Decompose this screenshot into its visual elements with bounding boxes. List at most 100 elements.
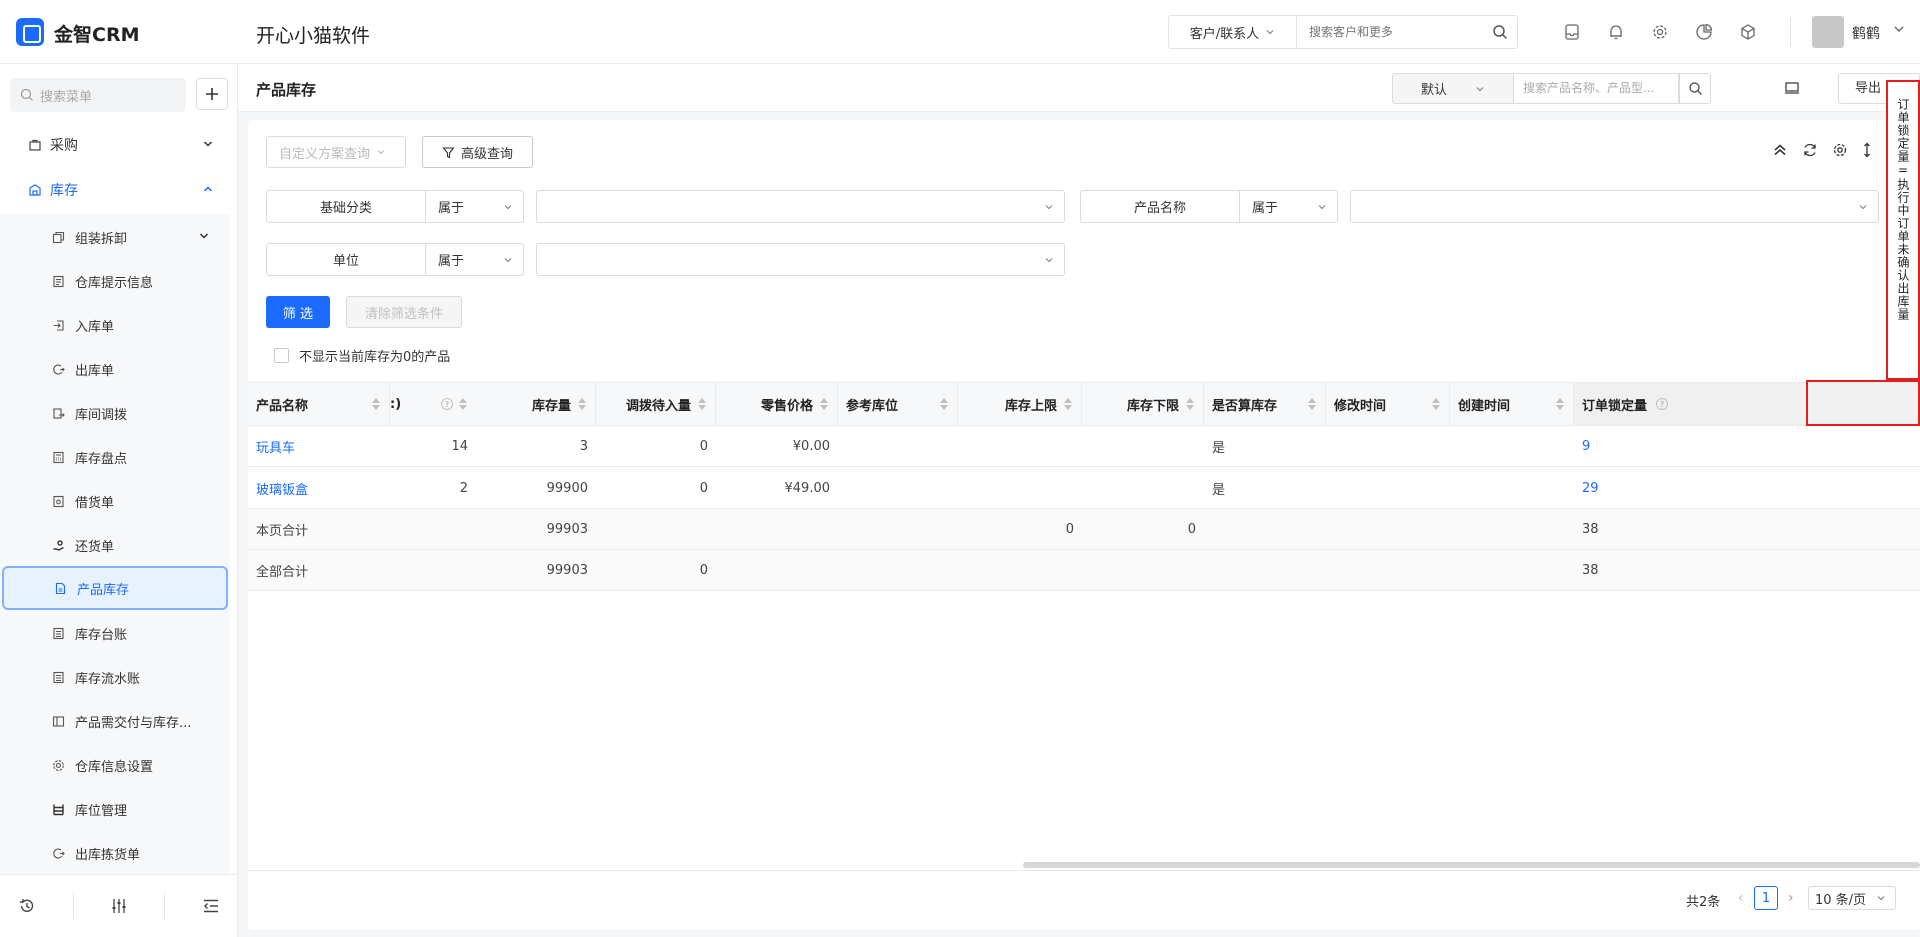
sidebar-item-demand[interactable]: 产品需交付与库存... — [0, 699, 230, 743]
monitor-icon[interactable] — [1784, 80, 1800, 96]
menu-search-input[interactable]: 搜索菜单 — [10, 78, 186, 112]
product-name-link[interactable]: 玩具车 — [248, 426, 390, 466]
search-icon[interactable] — [1679, 73, 1711, 104]
add-button[interactable] — [196, 78, 228, 110]
copy-icon — [52, 231, 65, 243]
bell-icon[interactable] — [1604, 20, 1628, 44]
column-header-location[interactable]: 参考库位 — [838, 383, 958, 425]
chevron-down-icon — [1045, 205, 1053, 210]
brand-name[interactable]: 金智CRM — [54, 20, 139, 47]
help-icon[interactable]: ? — [1655, 397, 1669, 411]
page-size-select[interactable]: 10 条/页 — [1808, 886, 1896, 910]
help-icon[interactable]: ? — [440, 397, 454, 411]
svg-text:?: ? — [445, 400, 450, 409]
nav-group-purchase[interactable]: 采购 — [0, 125, 238, 165]
chevron-right-icon[interactable]: › — [1788, 890, 1794, 906]
filter-submit-button[interactable]: 筛 选 — [266, 296, 330, 328]
plus-icon — [206, 88, 218, 100]
collapse-up-icon[interactable] — [1772, 142, 1788, 158]
column-header-price[interactable]: 零售价格 — [716, 383, 838, 425]
refresh-icon[interactable] — [1802, 142, 1818, 158]
filter-op-category[interactable]: 属于 — [426, 190, 524, 223]
column-header-upper[interactable]: 库存上限 — [958, 383, 1082, 425]
sort-icon[interactable] — [577, 397, 587, 411]
chevron-left-icon[interactable]: ‹ — [1738, 890, 1744, 906]
column-header-created[interactable]: 创建时间 — [1450, 383, 1574, 425]
sidebar-item-location[interactable]: 库位管理 — [0, 787, 230, 831]
horizontal-scrollbar[interactable] — [1023, 862, 1920, 868]
chart-icon[interactable] — [1692, 20, 1716, 44]
inbox-icon[interactable] — [1560, 20, 1584, 44]
filter-field-unit: 单位 — [266, 243, 426, 276]
sort-icon[interactable] — [1555, 397, 1565, 411]
sidebar-item-warehouse-tips[interactable]: 仓库提示信息 — [0, 259, 230, 303]
sidebar-item-return[interactable]: 还货单 — [0, 523, 230, 567]
product-search-input[interactable]: 搜索产品名称、产品型... — [1513, 73, 1679, 104]
column-header-extra[interactable]: :) ? — [390, 383, 476, 425]
sidebar-item-borrow[interactable]: 借货单 — [0, 479, 230, 523]
avatar[interactable] — [1812, 16, 1844, 48]
sidebar-item-label: 出库单 — [75, 363, 115, 379]
locked-qty-link[interactable]: 9 — [1574, 426, 1774, 466]
sidebar-item-ledger[interactable]: 库存台账 — [0, 611, 230, 655]
global-search-input[interactable] — [1297, 16, 1483, 48]
sort-icon[interactable] — [1431, 397, 1441, 411]
column-header-transfer[interactable]: 调拨待入量 — [596, 383, 716, 425]
sidebar-item-transfer[interactable]: 库间调拨 — [0, 391, 230, 435]
column-header-lower[interactable]: 库存下限 — [1082, 383, 1204, 425]
filter-value-category[interactable] — [536, 190, 1065, 223]
row-height-icon[interactable] — [1862, 142, 1872, 158]
clear-filters-button[interactable]: 清除筛选条件 — [346, 296, 462, 328]
sidebar-item-flow-ledger[interactable]: 库存流水账 — [0, 655, 230, 699]
history-icon[interactable] — [18, 897, 36, 915]
sidebar-item-outbound[interactable]: 出库单 — [0, 347, 230, 391]
sidebar-item-inbound[interactable]: 入库单 — [0, 303, 230, 347]
collapse-menu-icon[interactable] — [202, 897, 220, 915]
filter-op-unit[interactable]: 属于 — [426, 243, 524, 276]
hide-zero-stock-checkbox[interactable]: 不显示当前库存为0的产品 — [274, 346, 450, 365]
table-row[interactable]: 玻璃钣盒 2 99900 0 ¥49.00 是 29 — [248, 468, 1920, 509]
gear-icon[interactable] — [1832, 142, 1848, 158]
username[interactable]: 鹤鹤 — [1852, 23, 1880, 43]
sort-icon[interactable] — [939, 397, 949, 411]
column-header-product-name[interactable]: 产品名称 — [248, 383, 390, 425]
nav-group-inventory[interactable]: 库存 — [0, 170, 238, 210]
advanced-search-button[interactable]: 高级查询 — [422, 136, 533, 168]
sidebar-item-warehouse-settings[interactable]: 仓库信息设置 — [0, 743, 230, 787]
filter-value-unit[interactable] — [536, 243, 1065, 276]
box-icon[interactable] — [1736, 20, 1760, 44]
sidebar-item-product-inventory[interactable]: 产品库存 — [2, 566, 228, 610]
sort-icon[interactable] — [819, 397, 829, 411]
sidebar-item-stocktake[interactable]: 库存盘点 — [0, 435, 230, 479]
sidebar-item-assembly[interactable]: 组装拆卸 — [0, 215, 230, 259]
sort-icon[interactable] — [697, 397, 707, 411]
scheme-select[interactable]: 自定义方案查询 — [266, 136, 406, 168]
sort-icon[interactable] — [1307, 397, 1317, 411]
sort-icon[interactable] — [371, 397, 381, 411]
sort-icon[interactable] — [1063, 397, 1073, 411]
chevron-down-icon[interactable] — [1892, 22, 1906, 36]
chevron-down-icon — [1266, 30, 1274, 35]
table-row[interactable]: 玩具车 14 3 0 ¥0.00 是 9 — [248, 426, 1920, 467]
sidebar-item-picking[interactable]: 出库拣货单 — [0, 831, 230, 875]
sidebar-item-label: 库存台账 — [75, 627, 128, 643]
search-icon[interactable] — [1483, 16, 1517, 48]
filter-op-product-name[interactable]: 属于 — [1240, 190, 1338, 223]
column-header-counts[interactable]: 是否算库存 — [1204, 383, 1326, 425]
column-header-stock[interactable]: 库存量 — [476, 383, 596, 425]
locked-qty-link[interactable]: 29 — [1574, 468, 1774, 508]
column-header-modified[interactable]: 修改时间 — [1326, 383, 1450, 425]
sort-icon[interactable] — [458, 397, 468, 411]
page-number[interactable]: 1 — [1754, 886, 1778, 910]
page-sum-row: 本页合计 99903 0 0 38 — [248, 509, 1920, 550]
product-name-link[interactable]: 玻璃钣盒 — [248, 468, 390, 508]
filter-value-product-name[interactable] — [1350, 190, 1879, 223]
brand-logo-icon[interactable] — [16, 18, 44, 46]
sort-icon[interactable] — [1185, 397, 1195, 411]
sliders-icon[interactable] — [110, 897, 128, 915]
view-select[interactable]: 默认 — [1392, 73, 1514, 104]
settings-icon[interactable] — [1648, 20, 1672, 44]
search-type-select[interactable]: 客户/联系人 — [1169, 16, 1297, 48]
view-select-label: 默认 — [1420, 83, 1447, 98]
checkbox[interactable] — [274, 348, 289, 363]
